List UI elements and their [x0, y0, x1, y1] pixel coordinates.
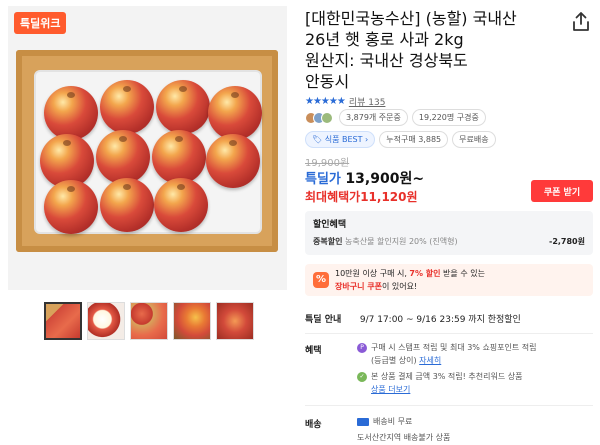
deal-price-label: 특딜가 [305, 172, 341, 187]
apple-box-image [16, 50, 278, 252]
perks-label: 혜택 [305, 346, 322, 356]
duplicate-discount-desc: 농축산물 할인지원 20% (진액형) [345, 237, 458, 246]
thumbnail-2[interactable] [87, 302, 125, 340]
special-deal-period: 9/7 17:00 ~ 9/16 23:59 까지 한정할인 [359, 315, 521, 325]
discount-benefit-box: 할인혜택 중복할인 농축산물 할인지원 20% (진액형) -2,780원 [305, 211, 593, 255]
perk-grade-note: (등급별 상이) [371, 356, 420, 365]
max-benefit-label: 최대혜택가 [305, 190, 361, 204]
apple-tray [34, 70, 262, 234]
viewers-count: 19,220명 구경중 [411, 109, 486, 126]
truck-icon [357, 418, 369, 426]
title-line: 원산지: 국내산 경상북도 [305, 51, 468, 70]
thumbnail-strip [44, 302, 254, 340]
promo-text: 받을 수 있는 [440, 269, 485, 278]
promo-text: 10만원 이상 구매 시, [335, 269, 410, 278]
product-details: [대한민국농수산] (농할) 국내산 26년 햇 홍로 사과 2kg 원산지: … [305, 0, 600, 445]
tag-row: 🏷 식품 BEST › 누적구매 3,885 무료배송 [305, 131, 496, 148]
original-price: 19,900원 [305, 158, 350, 169]
apple [100, 178, 154, 232]
best-badge-label: 식품 BEST [324, 135, 363, 144]
apple [100, 80, 154, 134]
cumulative-purchase-badge: 누적구매 3,885 [379, 131, 449, 148]
review-count-link[interactable]: 리뷰 135 [349, 95, 386, 108]
star-rating-icon: ★★★★★ [305, 96, 346, 107]
product-main-image[interactable]: 특딜위크 [8, 6, 287, 290]
discount-benefit-title: 할인혜택 [313, 220, 347, 230]
promo-line-2: 장바구니 쿠폰이 있어요! [335, 281, 417, 292]
more-products-link[interactable]: 상품 더보기 [371, 384, 410, 395]
perk-reward-text: 본 상품 결제 금액 3% 적립! 추천리워드 상품 [371, 372, 523, 381]
divider [305, 405, 593, 406]
product-title: [대한민국농수산] (농할) 국내산 26년 햇 홍로 사과 2kg 원산지: … [305, 8, 550, 92]
shipping-fee: 배송비 무료 [373, 417, 413, 426]
special-deal-info: 특딜 안내 9/7 17:00 ~ 9/16 23:59 까지 한정할인 [305, 312, 521, 325]
perk-grade-text: (등급별 상이) 자세히 [371, 355, 441, 366]
point-icon: P [357, 343, 367, 353]
duplicate-discount: 중복할인 농축산물 할인지원 20% (진액형) [313, 236, 458, 247]
apple [206, 134, 260, 188]
duplicate-discount-label: 중복할인 [313, 237, 343, 246]
percent-icon: % [313, 272, 329, 288]
product-gallery: 특딜위크 [0, 0, 295, 445]
share-icon[interactable] [569, 10, 593, 34]
apple [208, 86, 262, 140]
get-coupon-button[interactable]: 쿠폰 받기 [531, 180, 593, 202]
duplicate-discount-amount: -2,780원 [549, 237, 585, 246]
buyer-avatars [305, 111, 333, 124]
special-deal-label: 특딜 안내 [305, 315, 342, 325]
cart-coupon-promo[interactable]: % 10만원 이상 구매 시, 7% 할인 받을 수 있는 장바구니 쿠폰이 있… [305, 264, 593, 296]
promo-text: 이 있어요! [381, 282, 418, 291]
deal-price-amount: 13,900원~ [345, 171, 425, 187]
avatar [321, 111, 333, 124]
shipping-restriction: 도서산간지역 배송불가 상품 [357, 433, 451, 442]
stats-row: 3,879개 주문중 19,220명 구경중 [305, 109, 486, 126]
cart-coupon-highlight: 장바구니 쿠폰 [335, 282, 382, 291]
promo-highlight: 7% 할인 [409, 269, 441, 278]
perk-stamp-text: 구매 시 스탬프 적립 및 최대 3% 쇼핑포인트 적립 [371, 343, 537, 352]
shipping-label: 배송 [305, 420, 322, 430]
max-benefit-amount: 11,120원 [360, 190, 418, 204]
thumbnail-5[interactable] [216, 302, 254, 340]
promo-line-1: 10만원 이상 구매 시, 7% 할인 받을 수 있는 [335, 268, 485, 279]
orders-count: 3,879개 주문중 [339, 109, 408, 126]
thumbnail-1[interactable] [44, 302, 82, 340]
apple [44, 180, 98, 234]
rating-row: ★★★★★ 리뷰 135 [305, 95, 385, 108]
best-badge[interactable]: 🏷 식품 BEST › [305, 131, 376, 148]
thumbnail-3[interactable] [130, 302, 168, 340]
title-line: [대한민국농수산] (농할) 국내산 [305, 9, 517, 28]
perk-details-link[interactable]: 자세히 [419, 356, 441, 365]
apple [154, 178, 208, 232]
free-shipping-badge: 무료배송 [452, 131, 496, 148]
apple [44, 86, 98, 140]
title-line: 안동시 [305, 72, 350, 91]
title-line: 26년 햇 홍로 사과 2kg [305, 30, 464, 49]
deal-week-badge: 특딜위크 [14, 12, 67, 34]
thumbnail-4[interactable] [173, 302, 211, 340]
deal-price: 특딜가 13,900원~ [305, 168, 424, 188]
apple [152, 130, 206, 184]
apple [96, 130, 150, 184]
reward-icon: ✓ [357, 372, 367, 382]
divider [305, 333, 593, 334]
max-benefit-price: 최대혜택가11,120원 [305, 188, 418, 205]
apple [156, 80, 210, 134]
